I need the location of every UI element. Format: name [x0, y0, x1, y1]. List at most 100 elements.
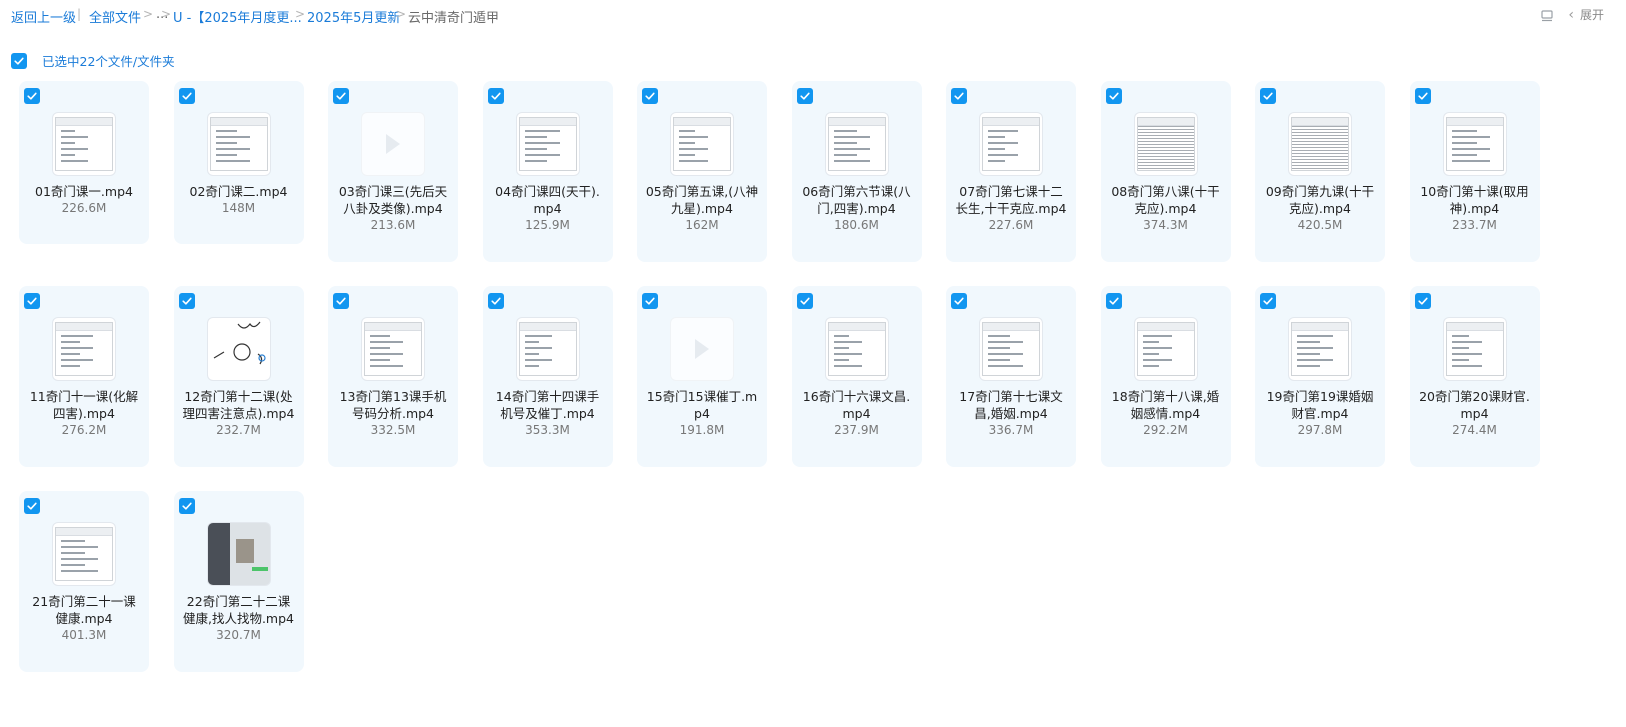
file-checkbox[interactable] — [951, 88, 967, 104]
breadcrumb-all-files[interactable]: 全部文件 — [89, 7, 141, 26]
video-thumbnail — [671, 113, 733, 175]
file-checkbox[interactable] — [178, 293, 195, 309]
expand-button[interactable]: ‹ 展开 — [1568, 6, 1604, 23]
file-checkbox[interactable] — [24, 293, 40, 309]
file-name: 22奇门第二十二课健康,找人找物.mp4 — [182, 594, 294, 626]
file-card[interactable]: 09奇门第九课(十干克应).mp4 420.5M — [1255, 81, 1385, 262]
list-view-icon[interactable] — [1540, 8, 1554, 22]
file-size: 226.6M — [61, 201, 107, 215]
file-name: 13奇门第13课手机号码分析.mp4 — [339, 389, 447, 421]
file-size: 420.5M — [1297, 218, 1343, 232]
breadcrumb-separator: > — [161, 7, 172, 21]
file-size: 401.3M — [61, 628, 107, 642]
video-thumbnail — [53, 113, 115, 175]
file-size: 297.8M — [1297, 423, 1343, 437]
selection-bar: 已选中22个文件/文件夹 — [11, 51, 175, 70]
file-card[interactable]: 21奇门第二十一课健康.mp4 401.3M — [19, 491, 149, 672]
file-checkbox[interactable] — [1414, 88, 1431, 104]
file-card[interactable]: 14奇门第十四课手机号及催丁.mp4 353.3M — [482, 286, 613, 467]
file-card[interactable]: 13奇门第13课手机号码分析.mp4 332.5M — [328, 286, 458, 467]
breadcrumb-folder-may[interactable]: 2025年5月更新 — [307, 7, 400, 26]
video-thumbnail — [516, 113, 579, 175]
file-name: 06奇门第六节课(八门,四害).mp4 — [802, 184, 911, 216]
back-link[interactable]: 返回上一级 — [11, 7, 76, 26]
file-size: 292.2M — [1143, 423, 1188, 437]
play-icon — [695, 339, 709, 359]
file-name: 09奇门第九课(十干克应).mp4 — [1265, 184, 1375, 216]
file-checkbox[interactable] — [642, 88, 658, 104]
file-card[interactable]: 18奇门第十八课,婚姻感情.mp4 292.2M — [1100, 286, 1231, 467]
file-size: 227.6M — [988, 218, 1034, 232]
file-checkbox[interactable] — [1105, 293, 1122, 309]
file-card[interactable]: 12奇门第十二课(处理四害注意点).mp4 232.7M — [173, 286, 304, 467]
file-card[interactable]: 07奇门第七课十二长生,十干克应.mp4 227.6M — [946, 81, 1076, 262]
file-card[interactable]: 04奇门课四(天干).mp4 125.9M — [482, 81, 613, 262]
file-size: 213.6M — [370, 218, 416, 232]
file-checkbox[interactable] — [1414, 293, 1431, 309]
file-checkbox[interactable] — [1105, 88, 1122, 104]
file-name: 16奇门十六课文昌.mp4 — [802, 389, 911, 421]
video-thumbnail — [980, 318, 1042, 380]
video-thumbnail — [207, 318, 270, 380]
file-name: 15奇门15课催丁.mp4 — [646, 389, 758, 421]
file-card[interactable]: 06奇门第六节课(八门,四害).mp4 180.6M — [791, 81, 922, 262]
file-name: 03奇门课三(先后天八卦及类像).mp4 — [338, 184, 448, 216]
file-checkbox[interactable] — [1260, 88, 1276, 104]
file-card[interactable]: 02奇门课二.mp4 148M — [173, 81, 304, 244]
video-thumbnail — [53, 318, 115, 380]
file-card[interactable]: 22奇门第二十二课健康,找人找物.mp4 320.7M — [173, 491, 304, 672]
file-name: 04奇门课四(天干).mp4 — [495, 184, 600, 216]
file-size: 162M — [685, 218, 719, 232]
file-size: 232.7M — [216, 423, 261, 437]
file-name: 10奇门第十课(取用神).mp4 — [1420, 184, 1529, 216]
file-checkbox[interactable] — [951, 293, 967, 309]
file-card[interactable]: 17奇门第十七课文昌,婚姻.mp4 336.7M — [946, 286, 1076, 467]
video-thumbnail — [1134, 318, 1197, 380]
file-name: 05奇门第五课,(八神九星).mp4 — [645, 184, 759, 216]
file-name: 18奇门第十八课,婚姻感情.mp4 — [1111, 389, 1220, 421]
breadcrumb-separator: > — [396, 7, 407, 21]
file-size: 332.5M — [370, 423, 416, 437]
file-checkbox[interactable] — [178, 498, 195, 514]
file-card[interactable]: 03奇门课三(先后天八卦及类像).mp4 213.6M — [328, 81, 458, 262]
file-card[interactable]: 08奇门第八课(十干克应).mp4 374.3M — [1100, 81, 1231, 262]
file-checkbox[interactable] — [796, 293, 813, 309]
file-checkbox[interactable] — [333, 88, 349, 104]
video-thumbnail — [825, 318, 888, 380]
file-name: 14奇门第十四课手机号及催丁.mp4 — [495, 389, 600, 421]
video-thumbnail — [1134, 113, 1197, 175]
file-checkbox[interactable] — [178, 88, 195, 104]
breadcrumb-current: 云中清奇门遁甲 — [408, 11, 500, 26]
file-checkbox[interactable] — [1260, 293, 1276, 309]
breadcrumb-separator: > — [295, 7, 306, 21]
file-checkbox[interactable] — [642, 293, 658, 309]
file-name: 20奇门第20课财官.mp4 — [1419, 389, 1530, 421]
file-checkbox[interactable] — [796, 88, 813, 104]
video-thumbnail — [207, 523, 270, 585]
file-card[interactable]: 15奇门15课催丁.mp4 191.8M — [637, 286, 767, 467]
select-all-checkbox[interactable] — [11, 52, 27, 69]
file-size: 336.7M — [988, 423, 1034, 437]
file-name: 01奇门课一.mp4 — [35, 184, 133, 199]
file-size: 274.4M — [1452, 423, 1497, 437]
file-card[interactable]: 11奇门十一课(化解四害).mp4 276.2M — [19, 286, 149, 467]
video-thumbnail — [1443, 113, 1506, 175]
file-card[interactable]: 19奇门第19课婚姻财官.mp4 297.8M — [1255, 286, 1385, 467]
selection-count: 已选中22个文件/文件夹 — [42, 54, 175, 69]
video-thumbnail — [1289, 113, 1351, 175]
file-checkbox[interactable] — [487, 88, 504, 104]
file-checkbox[interactable] — [24, 88, 40, 104]
video-thumbnail — [980, 113, 1042, 175]
file-card[interactable]: 01奇门课一.mp4 226.6M — [19, 81, 149, 244]
file-card[interactable]: 05奇门第五课,(八神九星).mp4 162M — [637, 81, 767, 262]
file-checkbox[interactable] — [333, 293, 349, 309]
file-name: 17奇门第十七课文昌,婚姻.mp4 — [959, 389, 1063, 421]
video-thumbnail — [53, 523, 115, 585]
file-card[interactable]: 16奇门十六课文昌.mp4 237.9M — [791, 286, 922, 467]
breadcrumb-folder-monthly[interactable]: U -【2025年月度更... — [173, 7, 302, 26]
file-size: 276.2M — [61, 423, 107, 437]
file-card[interactable]: 10奇门第十课(取用神).mp4 233.7M — [1409, 81, 1540, 262]
file-card[interactable]: 20奇门第20课财官.mp4 274.4M — [1409, 286, 1540, 467]
file-checkbox[interactable] — [487, 293, 504, 309]
file-checkbox[interactable] — [24, 498, 40, 514]
